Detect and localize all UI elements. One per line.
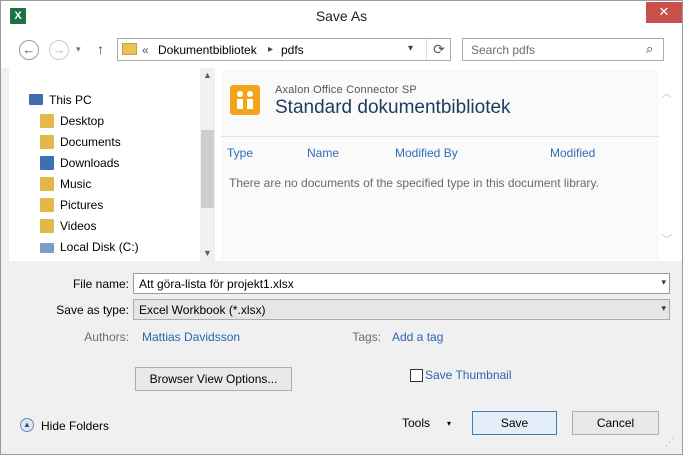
tree-item-label: Pictures <box>60 198 104 212</box>
forward-button[interactable]: → <box>49 40 69 60</box>
search-input[interactable]: Search pdfs ⌕ <box>462 38 664 61</box>
up-folder-button[interactable]: ↑ <box>97 41 104 57</box>
address-bar[interactable]: « Dokumentbibliotek ▸ pdfs ▾ ⟳ <box>117 38 451 61</box>
search-icon[interactable]: ⌕ <box>646 41 653 57</box>
desktop-folder-icon <box>40 114 54 128</box>
column-header-type[interactable]: Type <box>227 146 253 160</box>
file-name-value: Att göra-lista för projekt1.xlsx <box>139 277 294 291</box>
tree-item-label: Downloads <box>60 156 120 170</box>
library-pane: Axalon Office Connector SP Standard doku… <box>215 68 682 261</box>
address-dropdown-icon[interactable]: ▾ <box>408 43 413 54</box>
authors-value[interactable]: Mattias Davidsson <box>142 330 240 344</box>
breadcrumb-dokumentbibliotek[interactable]: Dokumentbibliotek <box>158 43 257 57</box>
navigation-bar: ← → ▾ ↑ « Dokumentbibliotek ▸ pdfs ▾ ⟳ S… <box>1 32 682 68</box>
header-divider <box>221 136 659 137</box>
column-header-modified[interactable]: Modified <box>550 146 595 160</box>
music-folder-icon <box>40 177 54 191</box>
documents-folder-icon <box>40 135 54 149</box>
tools-dropdown-icon[interactable]: ▾ <box>447 419 451 428</box>
column-header-name[interactable]: Name <box>307 146 339 160</box>
browser-view-options-button[interactable]: Browser View Options... <box>135 367 292 391</box>
save-as-type-value: Excel Workbook (*.xlsx) <box>139 303 266 317</box>
library-panel: Axalon Office Connector SP Standard doku… <box>221 70 659 260</box>
save-thumbnail-label[interactable]: Save Thumbnail <box>425 368 512 382</box>
column-header-modified-by[interactable]: Modified By <box>395 146 458 160</box>
resize-grip-icon[interactable]: ⋰ <box>665 437 679 451</box>
breadcrumb-overflow[interactable]: « <box>142 43 149 57</box>
pictures-folder-icon <box>40 198 54 212</box>
tags-label: Tags: <box>352 330 381 344</box>
tools-button[interactable]: Tools <box>402 416 430 430</box>
content-scroll-up-icon[interactable]: ︿ <box>661 85 672 101</box>
breadcrumb-pdfs[interactable]: pdfs <box>281 43 304 57</box>
empty-library-message: There are no documents of the specified … <box>229 176 599 190</box>
scroll-up-icon[interactable]: ▲ <box>203 70 212 80</box>
file-name-label: File name: <box>72 277 129 291</box>
local-disk-icon <box>40 243 54 253</box>
library-title: Standard dokumentbibliotek <box>275 97 511 118</box>
save-as-type-label: Save as type: <box>56 303 129 317</box>
hide-folders-icon[interactable]: ▲ <box>20 418 34 432</box>
refresh-button[interactable]: ⟳ <box>426 39 451 60</box>
tree-scrollbar[interactable]: ▲ ▼ <box>200 68 215 261</box>
breadcrumb-separator-icon[interactable]: ▸ <box>268 44 273 55</box>
tree-item-label: Desktop <box>60 114 105 128</box>
save-as-type-select[interactable]: Excel Workbook (*.xlsx) ▾ <box>133 299 670 320</box>
save-thumbnail-checkbox[interactable] <box>410 369 423 382</box>
folder-icon <box>122 43 137 55</box>
authors-label: Authors: <box>84 330 129 344</box>
cancel-button[interactable]: Cancel <box>572 411 659 435</box>
add-tag-link[interactable]: Add a tag <box>392 330 443 344</box>
content-scroll-down-icon[interactable]: ﹀ <box>661 231 672 247</box>
connector-brand-name: Axalon Office Connector SP <box>275 84 417 96</box>
tree-item-label: Music <box>60 177 92 191</box>
computer-icon <box>29 94 43 105</box>
search-placeholder: Search pdfs <box>471 43 536 57</box>
hide-folders-label[interactable]: Hide Folders <box>41 419 109 433</box>
tree-item-label: This PC <box>49 93 92 107</box>
scroll-down-icon[interactable]: ▼ <box>203 248 212 258</box>
downloads-folder-icon <box>40 156 54 170</box>
save-as-dialog: X Save As ✕ ← → ▾ ↑ « Dokumentbibliotek … <box>0 0 683 455</box>
back-button[interactable]: ← <box>19 40 39 60</box>
scrollbar-thumb[interactable] <box>201 130 214 208</box>
tree-item-label: Videos <box>60 219 97 233</box>
recent-locations-dropdown[interactable]: ▾ <box>76 44 81 55</box>
title-bar: X Save As ✕ <box>1 1 682 32</box>
save-as-type-dropdown-icon[interactable]: ▾ <box>661 303 666 314</box>
dialog-title: Save As <box>315 8 368 24</box>
tree-item-label: Local Disk (C:) <box>60 240 139 254</box>
navigation-tree: This PC Desktop Documents Downloads Musi… <box>9 68 215 261</box>
save-button[interactable]: Save <box>472 411 557 435</box>
close-button[interactable]: ✕ <box>646 2 682 23</box>
videos-folder-icon <box>40 219 54 233</box>
file-name-field[interactable]: Att göra-lista för projekt1.xlsx ▾ <box>133 273 670 294</box>
tree-item-label: Documents <box>60 135 121 149</box>
file-name-dropdown-icon[interactable]: ▾ <box>661 277 666 288</box>
axalon-logo-icon <box>230 85 260 115</box>
